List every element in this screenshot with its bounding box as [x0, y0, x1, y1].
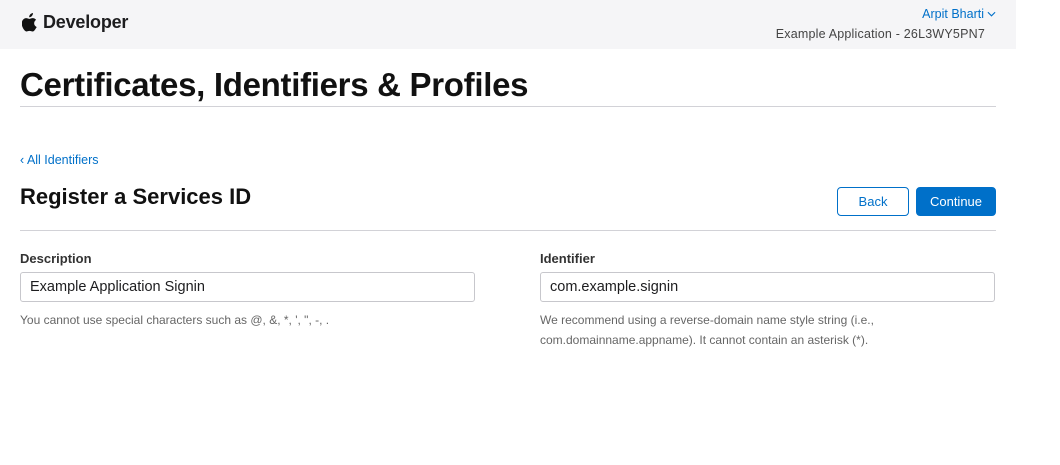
chevron-down-icon: [987, 11, 996, 17]
identifier-hint-line: com.domainname.appname). It cannot conta…: [540, 333, 869, 347]
divider: [20, 230, 996, 231]
back-button[interactable]: Back: [837, 187, 909, 216]
brand[interactable]: Developer: [22, 12, 128, 33]
description-hint: You cannot use special characters such a…: [20, 313, 330, 327]
top-bar: Developer Arpit Bharti Example Applicati…: [0, 0, 1016, 49]
identifier-label: Identifier: [540, 251, 595, 266]
all-identifiers-link[interactable]: ‹ All Identifiers: [20, 153, 99, 167]
description-label: Description: [20, 251, 92, 266]
brand-name: Developer: [43, 12, 129, 32]
divider: [20, 106, 996, 107]
section-title: Register a Services ID: [20, 184, 252, 209]
page-title: Certificates, Identifiers & Profiles: [20, 66, 529, 103]
user-name: Arpit Bharti: [922, 7, 984, 21]
identifier-hint: We recommend using a reverse-domain name…: [540, 310, 990, 350]
continue-button[interactable]: Continue: [916, 187, 996, 216]
identifier-input[interactable]: [540, 272, 995, 302]
user-menu[interactable]: Arpit Bharti: [922, 7, 996, 21]
description-input[interactable]: [20, 272, 475, 302]
apple-logo-icon: [22, 13, 37, 32]
identifier-hint-line: We recommend using a reverse-domain name…: [540, 313, 874, 327]
team-name: Example Application - 26L3WY5PN7: [775, 27, 985, 41]
